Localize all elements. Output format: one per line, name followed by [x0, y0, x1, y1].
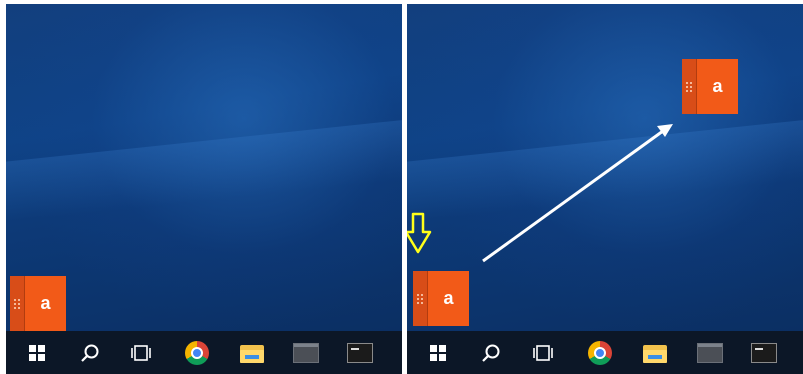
task-view-button[interactable]: [119, 331, 163, 374]
app-window-taskbar-button[interactable]: [688, 331, 732, 374]
chrome-icon: [588, 340, 612, 365]
start-button[interactable]: [15, 331, 59, 374]
grip-dots-icon: [14, 298, 20, 309]
terminal-icon: [751, 342, 777, 363]
move-arrow-icon: [482, 124, 673, 263]
file-explorer-taskbar-button[interactable]: [230, 331, 274, 374]
file-explorer-icon: [643, 343, 667, 363]
right-screenshot-panel: a a: [407, 4, 803, 374]
search-icon: [482, 344, 500, 362]
terminal-taskbar-button[interactable]: [742, 331, 786, 374]
windows-start-icon: [430, 344, 446, 361]
terminal-taskbar-button[interactable]: [338, 331, 382, 374]
file-explorer-icon: [240, 343, 264, 363]
task-view-icon: [533, 344, 553, 361]
app-widget-letter: a: [25, 276, 66, 331]
annotation-overlay: [407, 124, 673, 263]
chrome-taskbar-button[interactable]: [578, 331, 622, 374]
left-screenshot-panel: a: [6, 4, 402, 374]
chrome-icon: [185, 340, 209, 365]
taskbar: [407, 331, 803, 374]
chrome-taskbar-button[interactable]: [175, 331, 219, 374]
app-widget[interactable]: a: [10, 276, 66, 331]
terminal-icon: [347, 342, 373, 363]
search-icon: [81, 344, 99, 362]
task-view-button[interactable]: [521, 331, 565, 374]
start-button[interactable]: [416, 331, 460, 374]
windows-start-icon: [29, 344, 45, 361]
search-button[interactable]: [68, 331, 112, 374]
drag-handle[interactable]: [10, 276, 25, 331]
app-window-icon: [697, 342, 723, 363]
app-window-taskbar-button[interactable]: [284, 331, 328, 374]
task-view-icon: [131, 344, 151, 361]
file-explorer-taskbar-button[interactable]: [633, 331, 677, 374]
app-window-icon: [293, 342, 319, 363]
down-arrow-icon: [407, 212, 432, 254]
search-button[interactable]: [469, 331, 513, 374]
taskbar: [6, 331, 402, 374]
